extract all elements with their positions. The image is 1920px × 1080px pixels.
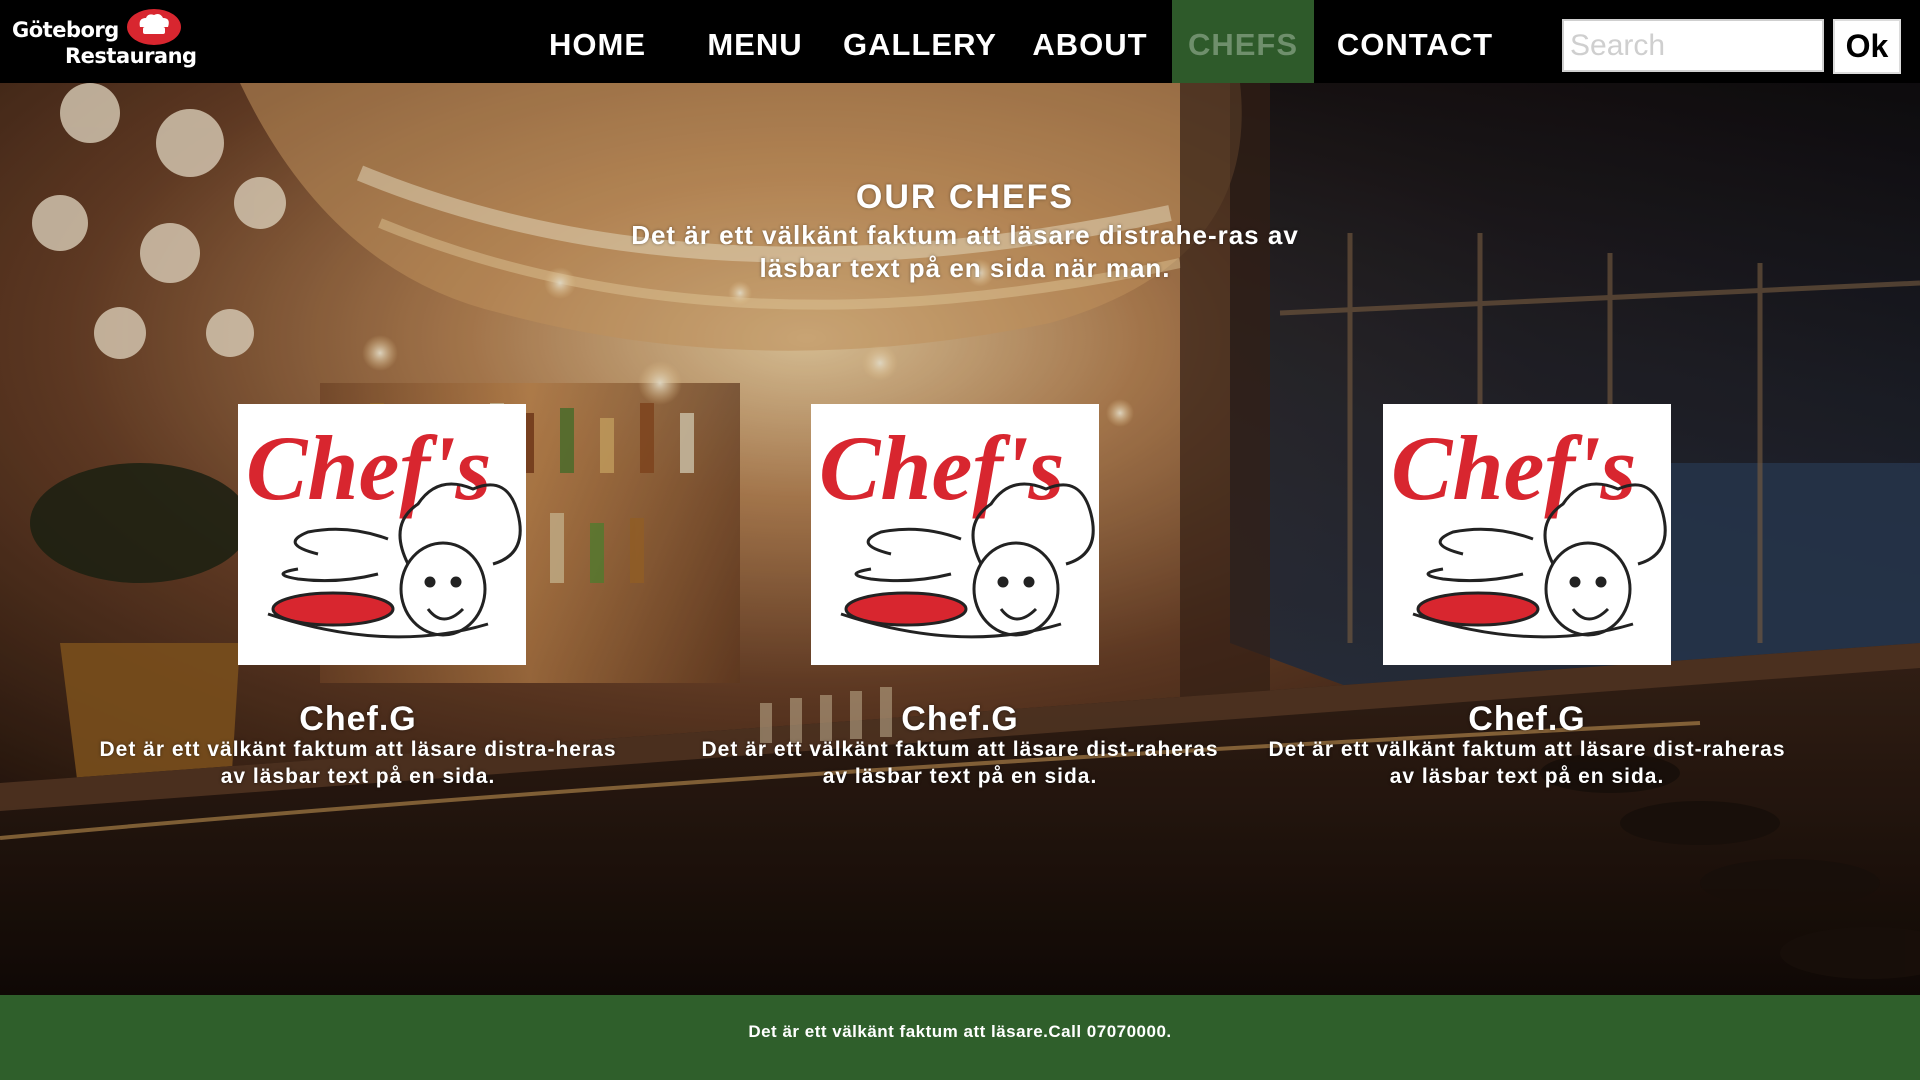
logo-text-line1: Göteborg — [12, 18, 119, 42]
nav-item-menu[interactable]: MENU — [695, 0, 815, 83]
search-ok-button[interactable]: Ok — [1833, 19, 1901, 74]
section-title: OUR CHEFS — [855, 178, 1075, 216]
chef-image[interactable]: Chef's — [811, 404, 1099, 665]
nav-item-home[interactable]: HOME — [530, 0, 665, 83]
site-footer: Det är ett välkänt faktum att läsare.Cal… — [0, 995, 1920, 1080]
footer-text: Det är ett välkänt faktum att läsare.Cal… — [748, 1022, 1172, 1041]
chef-logo-text: Chef's — [819, 417, 1064, 519]
chef-logo-icon: Chef's — [1391, 417, 1667, 639]
chef-name: Chef.G — [901, 700, 1019, 738]
nav-item-about[interactable]: ABOUT — [1025, 0, 1155, 83]
chef-logo-icon: Chef's — [246, 417, 522, 639]
chef-logo-icon: Chef's — [819, 417, 1095, 639]
chef-description: Det är ett välkänt faktum att läsare dis… — [99, 738, 617, 788]
chef-hat-icon — [127, 9, 181, 45]
section-intro: Det är ett välkänt faktum att läsare dis… — [631, 220, 1299, 283]
search-input[interactable] — [1562, 19, 1824, 72]
chef-image[interactable]: Chef's — [238, 404, 526, 665]
nav-item-gallery[interactable]: GALLERY — [840, 0, 1000, 83]
nav-item-contact[interactable]: CONTACT — [1330, 0, 1500, 83]
chef-description: Det är ett välkänt faktum att läsare dis… — [1268, 738, 1786, 788]
chef-logo-text: Chef's — [246, 417, 491, 519]
site-logo[interactable]: Göteborg Restaurang — [12, 8, 197, 74]
chef-description: Det är ett välkänt faktum att läsare dis… — [701, 738, 1219, 788]
chef-logo-text: Chef's — [1391, 417, 1636, 519]
nav-item-chefs[interactable]: CHEFS — [1172, 0, 1314, 83]
chef-name: Chef.G — [1468, 700, 1586, 738]
chef-image[interactable]: Chef's — [1383, 404, 1671, 665]
logo-text-line2: Restaurang — [65, 44, 197, 68]
chef-name: Chef.G — [299, 700, 417, 738]
site-header: Göteborg Restaurang HOME MENU GALLERY AB… — [0, 0, 1920, 83]
